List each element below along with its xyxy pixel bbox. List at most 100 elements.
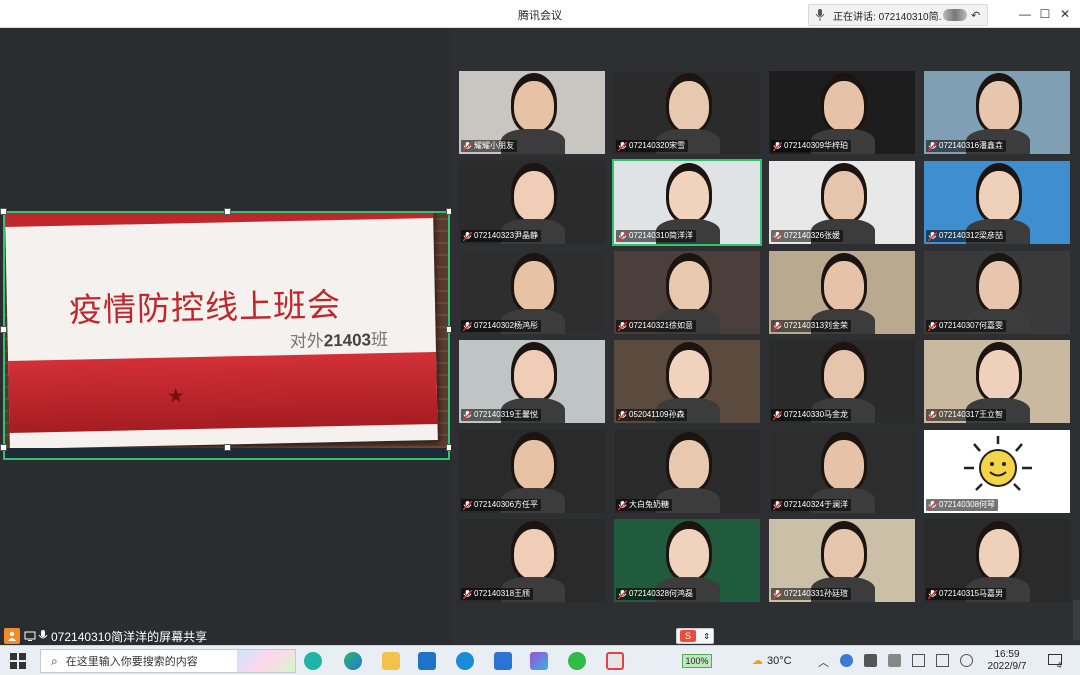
- participant-face: [824, 171, 864, 221]
- wechat-icon[interactable]: [568, 652, 586, 670]
- clock[interactable]: 16:59 2022/9/7: [984, 649, 1030, 673]
- close-icon[interactable]: ✕: [1057, 6, 1073, 22]
- ie-browser-icon[interactable]: [456, 652, 474, 670]
- speaking-text: 正在讲话: 072140310简...: [833, 11, 941, 23]
- tray-app-icon[interactable]: [888, 654, 901, 667]
- mic-icon: [815, 9, 825, 21]
- participant-name: 072140315马嘉男: [939, 589, 1004, 598]
- participant-name: 072140313刘金荣: [784, 321, 849, 330]
- participant-face: [514, 440, 554, 490]
- resize-handle[interactable]: [224, 444, 231, 451]
- participant-name: 072140307何嘉雯: [939, 321, 1004, 330]
- shared-screen[interactable]: 疫情防控线上班会 对外21403班 ★: [3, 211, 450, 460]
- participant-tile[interactable]: 072140318王颀: [459, 519, 605, 602]
- participant-face: [824, 529, 864, 579]
- weather-widget[interactable]: ☁ 30°C: [752, 654, 792, 668]
- participant-face: [669, 81, 709, 131]
- mic-muted-icon: [463, 231, 472, 241]
- participant-tile[interactable]: 072140317王立智: [924, 340, 1070, 423]
- screen-share-icon: [24, 631, 36, 641]
- tray-app-icon[interactable]: [912, 654, 925, 667]
- participant-tile[interactable]: 072140321徐如意: [614, 251, 760, 334]
- windows-start-icon[interactable]: [10, 653, 26, 669]
- battery-indicator[interactable]: 100%: [682, 654, 712, 668]
- participant-face: [669, 529, 709, 579]
- participant-tile[interactable]: 大白兔奶糖: [614, 430, 760, 513]
- participant-name-label: 072140330马金龙: [771, 409, 852, 421]
- participant-tile[interactable]: 072140306方任平: [459, 430, 605, 513]
- scrollbar[interactable]: [1073, 600, 1080, 640]
- search-highlight-image: [237, 650, 295, 672]
- participant-name-label: 072140309华梓珀: [771, 140, 852, 152]
- tray-app-icon[interactable]: [840, 654, 853, 667]
- participant-face: [824, 81, 864, 131]
- edge-browser-icon[interactable]: [344, 652, 362, 670]
- speaker-icon[interactable]: [936, 654, 949, 667]
- mic-muted-icon: [618, 231, 627, 241]
- resize-handle[interactable]: [0, 444, 7, 451]
- participant-tile[interactable]: 052041109孙森: [614, 340, 760, 423]
- participant-face: [669, 171, 709, 221]
- mic-muted-icon: [618, 141, 627, 151]
- maximize-icon[interactable]: ☐: [1037, 6, 1053, 22]
- tray-app-icon[interactable]: [864, 654, 877, 667]
- participant-name-label: 072140321徐如意: [616, 320, 697, 332]
- mail-icon[interactable]: [418, 652, 436, 670]
- speaking-indicator[interactable]: 正在讲话: 072140310简... ↶: [808, 4, 988, 26]
- participant-tile[interactable]: 072140313刘金荣: [769, 251, 915, 334]
- mic-muted-icon: [773, 141, 782, 151]
- participant-tile[interactable]: 072140316潘鑫垚: [924, 71, 1070, 154]
- tray-chevron-icon[interactable]: ︿: [818, 654, 829, 670]
- resize-handle[interactable]: [0, 208, 7, 215]
- page-arrows-icon[interactable]: ⇕: [703, 632, 710, 641]
- participant-face: [979, 171, 1019, 221]
- participant-name: 052041109孙森: [629, 410, 685, 419]
- participant-face: [669, 350, 709, 400]
- participant-tile[interactable]: 072140328何鸿磊: [614, 519, 760, 602]
- participant-face: [514, 350, 554, 400]
- notification-icon[interactable]: 4: [1048, 654, 1064, 670]
- tencent-meeting-icon[interactable]: [494, 652, 512, 670]
- resize-handle[interactable]: [224, 208, 231, 215]
- participant-tile[interactable]: 072140324于澜洋: [769, 430, 915, 513]
- participant-tile[interactable]: 072140308何琴: [924, 430, 1070, 513]
- participant-tile[interactable]: 072140330马金龙: [769, 340, 915, 423]
- participant-tile[interactable]: 072140307何嘉雯: [924, 251, 1070, 334]
- participant-name: 072140331孙廷瑄: [784, 589, 849, 598]
- return-icon[interactable]: ↶: [971, 9, 980, 22]
- participant-tile[interactable]: 072140310简洋洋: [612, 159, 762, 246]
- cortana-icon[interactable]: [304, 652, 322, 670]
- participant-tile[interactable]: 耀耀小朋友: [459, 71, 605, 154]
- participant-name: 072140328何鸿磊: [629, 589, 694, 598]
- search-input[interactable]: 在这里输入你要搜索的内容: [66, 653, 198, 669]
- star-icon: ★: [166, 385, 186, 408]
- participant-name: 072140309华梓珀: [784, 141, 849, 150]
- participant-name-label: 072140320宋雪: [616, 140, 689, 152]
- minimize-icon[interactable]: —: [1017, 6, 1033, 22]
- page-indicator[interactable]: S ⇕: [676, 628, 714, 644]
- participant-tile[interactable]: 072140319王馨悦: [459, 340, 605, 423]
- participant-tile[interactable]: 072140312梁彦喆: [924, 161, 1070, 244]
- participant-tile[interactable]: 072140326张媛: [769, 161, 915, 244]
- mic-muted-icon: [773, 321, 782, 331]
- app-icon[interactable]: [530, 652, 548, 670]
- participant-tile[interactable]: 072140315马嘉男: [924, 519, 1070, 602]
- participant-tile[interactable]: 072140302杨鸿彤: [459, 251, 605, 334]
- slide-top-band: [5, 213, 434, 227]
- participant-tile[interactable]: 072140309华梓珀: [769, 71, 915, 154]
- participant-face: [514, 171, 554, 221]
- app-icon[interactable]: [606, 652, 624, 670]
- mic-muted-icon: [928, 500, 937, 510]
- participant-tile[interactable]: 072140323尹晶静: [459, 161, 605, 244]
- network-icon[interactable]: [960, 654, 973, 667]
- participant-tile[interactable]: 072140331孙廷瑄: [769, 519, 915, 602]
- participant-tile[interactable]: 072140320宋雪: [614, 71, 760, 154]
- share-owner-label: 072140310简洋洋的屏幕共享: [51, 629, 208, 644]
- participant-face: [979, 529, 1019, 579]
- resize-handle[interactable]: [0, 326, 7, 333]
- temperature: 30°C: [767, 654, 792, 667]
- taskbar-search[interactable]: ⌕ 在这里输入你要搜索的内容: [40, 649, 296, 673]
- participant-name: 072140317王立智: [939, 410, 1004, 419]
- title-bar: 腾讯会议 正在讲话: 072140310简... ↶ — ☐ ✕: [0, 0, 1080, 28]
- file-explorer-icon[interactable]: [382, 652, 400, 670]
